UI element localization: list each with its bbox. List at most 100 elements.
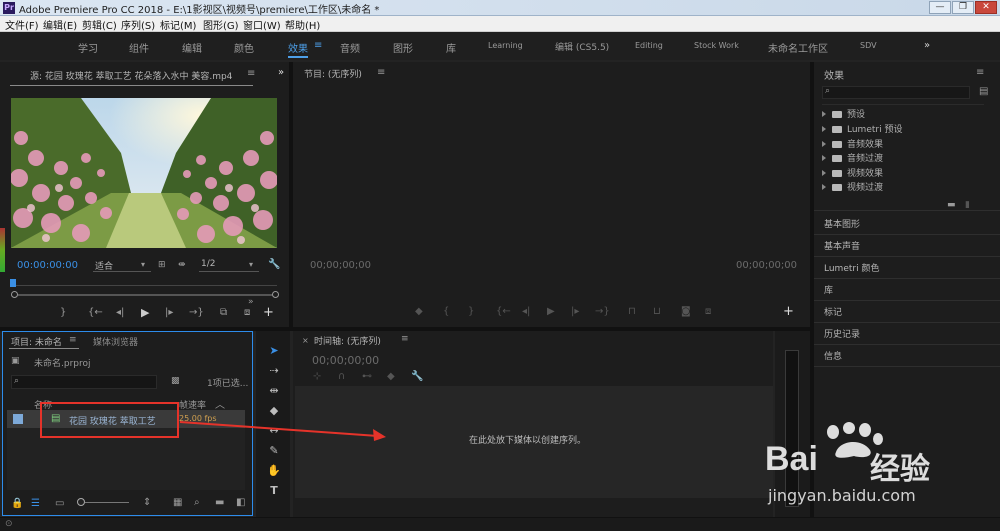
effects-item[interactable]: 音频过渡 xyxy=(822,151,883,165)
menu-window[interactable]: 窗口(W) xyxy=(243,17,281,32)
ripple-edit-tool-icon[interactable]: ⇹ xyxy=(266,383,282,399)
wrench-icon[interactable]: 🔧 xyxy=(268,259,280,270)
ws-untitled[interactable]: 未命名工作区 xyxy=(768,40,828,55)
pen-tool-icon[interactable]: ✎ xyxy=(266,443,282,459)
hand-tool-icon[interactable]: ✋ xyxy=(266,463,282,479)
effects-item[interactable]: 预设 xyxy=(822,107,865,121)
add-button-icon[interactable]: + xyxy=(783,304,794,319)
panel-markers[interactable]: 标记 xyxy=(824,305,842,318)
sort-icon[interactable]: ⇕ xyxy=(143,497,151,508)
new-folder-icon[interactable]: ▬ xyxy=(947,200,956,210)
step-back-icon[interactable]: ◂| xyxy=(522,306,530,317)
timeline-drop-area[interactable]: 在此处放下媒体以创建序列。 xyxy=(295,386,773,498)
play-icon[interactable]: ▶ xyxy=(141,306,149,319)
project-panel-menu-icon[interactable]: ≡ xyxy=(69,335,77,345)
panel-essential-sound[interactable]: 基本声音 xyxy=(824,239,860,252)
fit-width-icon[interactable]: ⇼ xyxy=(178,260,186,270)
minimize-icon[interactable]: — xyxy=(929,1,951,14)
linked-selection-icon[interactable]: ⊷ xyxy=(362,371,372,382)
step-forward-icon[interactable]: |▸ xyxy=(165,307,173,318)
effects-item[interactable]: Lumetri 预设 xyxy=(822,122,902,136)
ws-editing[interactable]: 编辑 xyxy=(182,40,202,55)
zoom-slider-handle[interactable] xyxy=(77,498,85,506)
panel-info[interactable]: 信息 xyxy=(824,349,842,362)
marker-icon[interactable]: ◆ xyxy=(415,306,423,317)
new-bin-filter-icon[interactable]: ▤ xyxy=(979,86,988,97)
ws-menu-icon[interactable]: ≡ xyxy=(314,40,322,51)
panel-lumetri-color[interactable]: Lumetri 颜色 xyxy=(824,261,879,274)
source-timecode[interactable]: 00:00:00:00 xyxy=(17,260,78,271)
ws-editing-cs55[interactable]: 编辑 (CS5.5) xyxy=(555,40,609,53)
ws-audio[interactable]: 音频 xyxy=(340,40,360,55)
close-tab-icon[interactable]: × xyxy=(302,336,309,345)
lock-icon[interactable]: 🔒 xyxy=(11,498,23,509)
add-button-icon[interactable]: + xyxy=(263,305,274,320)
maximize-icon[interactable]: ❐ xyxy=(952,1,974,14)
timeline-settings-wrench-icon[interactable]: 🔧 xyxy=(411,371,423,382)
go-to-in-icon[interactable]: {← xyxy=(88,307,103,318)
add-marker-icon[interactable]: ◆ xyxy=(387,371,395,382)
project-tab[interactable]: 项目: 未命名 ≡ xyxy=(9,335,79,349)
snap-icon[interactable]: ∩ xyxy=(338,371,345,382)
project-search-input[interactable]: ⌕ xyxy=(11,375,157,389)
timeline-panel-menu-icon[interactable]: ≡ xyxy=(401,334,409,344)
effects-item[interactable]: 视频过渡 xyxy=(822,180,883,194)
label-color-swatch[interactable] xyxy=(13,414,23,424)
ws-sdv[interactable]: SDV xyxy=(860,41,877,50)
resolution-dropdown[interactable]: 1/2 ▾ xyxy=(199,258,259,272)
media-browser-tab[interactable]: 媒体浏览器 xyxy=(93,335,138,348)
automate-icon[interactable]: ▦ xyxy=(173,497,182,508)
menu-clip[interactable]: 剪辑(C) xyxy=(82,17,117,32)
overwrite-icon[interactable]: ⧈ xyxy=(244,307,250,318)
ws-stock-work[interactable]: Stock Work xyxy=(694,41,739,50)
compare-icon[interactable]: ⧈ xyxy=(705,306,711,317)
playhead[interactable] xyxy=(10,279,16,287)
insert-icon[interactable]: ⧉ xyxy=(220,307,227,318)
panel-overflow-small-icon[interactable]: » xyxy=(248,297,254,307)
ws-assembly[interactable]: 组件 xyxy=(129,40,149,55)
source-panel-menu-icon[interactable]: ≡ xyxy=(247,68,255,79)
safe-margins-icon[interactable]: ⊞ xyxy=(158,260,166,270)
sort-ascending-icon[interactable]: ︿ xyxy=(215,396,225,411)
panel-overflow-icon[interactable]: » xyxy=(278,67,284,78)
icon-view-icon[interactable]: ▭ xyxy=(55,498,64,509)
source-tab[interactable]: 源: 花园 玫瑰花 萃取工艺 花朵落入水中 美容.mp4 xyxy=(10,64,253,86)
status-indicator-icon[interactable]: ⊙ xyxy=(5,519,13,529)
step-back-icon[interactable]: ◂| xyxy=(116,307,124,318)
lift-icon[interactable]: ⊓ xyxy=(628,306,636,317)
ws-color[interactable]: 颜色 xyxy=(234,40,254,55)
selection-tool-icon[interactable]: ➤ xyxy=(266,343,282,359)
effects-search-input[interactable]: ⌕ xyxy=(822,86,970,99)
effects-panel-menu-icon[interactable]: ≡ xyxy=(976,67,984,78)
zoom-handle-right[interactable] xyxy=(272,291,279,298)
list-view-icon[interactable]: ☰ xyxy=(31,498,40,509)
menu-graphics[interactable]: 图形(G) xyxy=(203,17,239,32)
panel-history[interactable]: 历史记录 xyxy=(824,327,860,340)
ws-learning-en[interactable]: Learning xyxy=(488,41,523,50)
type-tool-icon[interactable]: T xyxy=(266,483,282,499)
effects-title[interactable]: 效果 xyxy=(824,67,844,82)
zoom-dropdown[interactable]: 适合 ▾ xyxy=(93,258,151,272)
menu-sequence[interactable]: 序列(S) xyxy=(121,17,155,32)
new-bin-from-search-icon[interactable]: ▩ xyxy=(171,376,180,386)
menu-help[interactable]: 帮助(H) xyxy=(285,17,320,32)
panel-essential-graphics[interactable]: 基本图形 xyxy=(824,217,860,230)
zoom-handle-left[interactable] xyxy=(11,291,18,298)
extract-icon[interactable]: ⊔ xyxy=(653,306,661,317)
close-icon[interactable]: ✕ xyxy=(975,1,997,14)
new-item-icon[interactable]: ◧ xyxy=(236,497,245,508)
go-to-out-icon[interactable]: →} xyxy=(595,306,610,317)
track-select-tool-icon[interactable]: ⇢ xyxy=(266,363,282,379)
go-to-out-icon[interactable]: →} xyxy=(189,307,204,318)
menu-file[interactable]: 文件(F) xyxy=(5,17,39,32)
zoom-slider-track[interactable] xyxy=(85,502,129,503)
program-panel-menu-icon[interactable]: ≡ xyxy=(377,67,385,78)
ws-editing-en[interactable]: Editing xyxy=(635,41,663,50)
mark-in-icon[interactable]: { xyxy=(443,306,449,317)
ws-overflow-icon[interactable]: » xyxy=(924,40,930,51)
ws-learn[interactable]: 学习 xyxy=(78,40,98,55)
go-to-in-icon[interactable]: {← xyxy=(496,306,511,317)
nest-icon[interactable]: ⊹ xyxy=(313,371,321,382)
ws-effects-active[interactable]: 效果 xyxy=(288,40,308,55)
mark-out-icon[interactable]: } xyxy=(60,307,66,318)
